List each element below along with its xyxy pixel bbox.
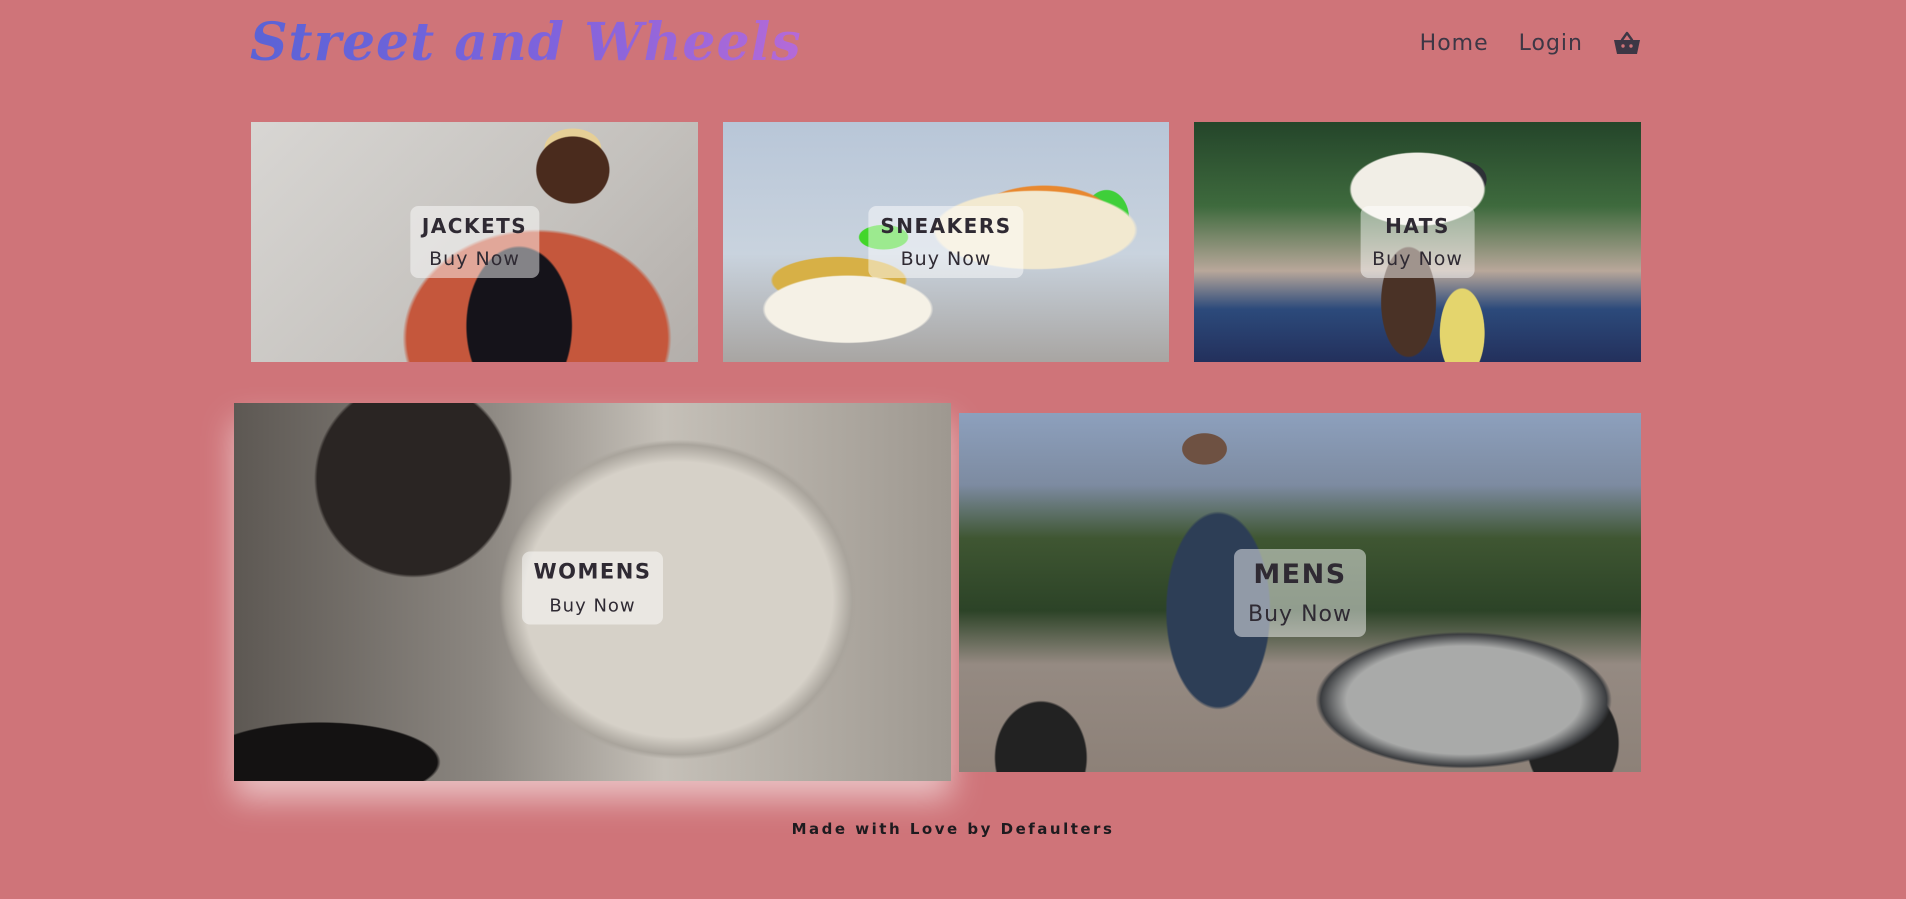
footer-credit: Made with Love by Defaulters (791, 820, 1115, 838)
top-nav: Home Login (1420, 30, 1641, 56)
shopping-basket-icon[interactable] (1613, 30, 1641, 56)
brand-logo[interactable]: Street and Wheels (250, 12, 802, 73)
category-tile-jackets[interactable]: JACKETS Buy Now (251, 122, 698, 362)
category-label: SNEAKERS Buy Now (868, 206, 1024, 278)
buy-now-link[interactable]: Buy Now (880, 248, 1011, 270)
buy-now-link[interactable]: Buy Now (534, 596, 652, 617)
nav-login-link[interactable]: Login (1519, 31, 1583, 56)
nav-home-link[interactable]: Home (1420, 31, 1489, 56)
category-tile-mens[interactable]: MENS Buy Now (959, 413, 1641, 772)
category-label: HATS Buy Now (1360, 206, 1475, 278)
buy-now-link[interactable]: Buy Now (1372, 248, 1463, 270)
category-title: HATS (1385, 214, 1450, 238)
category-tile-sneakers[interactable]: SNEAKERS Buy Now (723, 122, 1169, 362)
category-title: SNEAKERS (880, 214, 1012, 238)
buy-now-link[interactable]: Buy Now (1248, 602, 1352, 627)
category-tile-hats[interactable]: HATS Buy Now (1194, 122, 1641, 362)
category-label: MENS Buy Now (1234, 548, 1366, 637)
buy-now-link[interactable]: Buy Now (422, 248, 527, 270)
category-title: MENS (1253, 558, 1347, 590)
category-title: JACKETS (421, 214, 528, 238)
category-title: WOMENS (533, 559, 652, 584)
category-tile-womens[interactable]: WOMENS Buy Now (234, 403, 951, 781)
category-label: JACKETS Buy Now (409, 206, 540, 278)
category-label: WOMENS Buy Now (521, 551, 664, 625)
